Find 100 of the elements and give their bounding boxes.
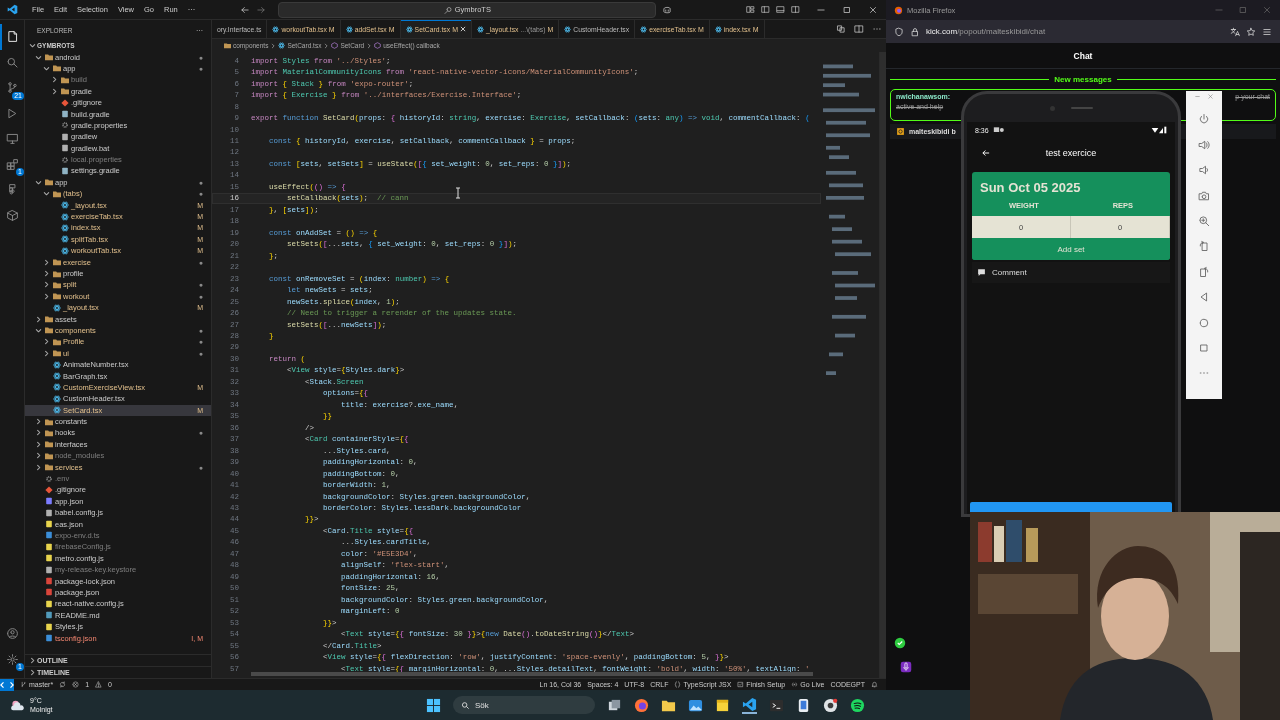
diamond-icon (61, 98, 69, 107)
overview-icon[interactable] (1198, 341, 1210, 354)
cube-icon (331, 42, 339, 49)
file-icon (61, 110, 69, 119)
chevron-icon[interactable] (43, 64, 50, 72)
search-icon (461, 700, 470, 710)
search-field[interactable]: Sök (453, 696, 595, 714)
chevron-icon[interactable] (43, 338, 50, 346)
atom-icon (272, 25, 280, 33)
gear-icon (45, 474, 53, 483)
panel-toggle-icon[interactable] (776, 5, 785, 14)
volume-up-icon[interactable] (1198, 138, 1210, 151)
camera-icon[interactable] (1198, 189, 1210, 202)
layout-icon[interactable] (746, 5, 755, 14)
phone-app-icon[interactable] (796, 697, 811, 713)
start-icon[interactable] (426, 697, 441, 713)
note-icon[interactable] (715, 697, 730, 713)
search-icon (443, 5, 452, 14)
menu-icon[interactable] (1262, 26, 1272, 37)
home-icon[interactable] (1198, 316, 1210, 329)
sync-icon[interactable] (59, 681, 67, 688)
chevron-icon[interactable] (43, 190, 50, 198)
chevron-icon[interactable] (43, 270, 50, 277)
comment-icon (977, 268, 986, 277)
remote-icon[interactable] (0, 678, 14, 691)
music-app-icon[interactable] (850, 697, 865, 713)
gear-icon (61, 155, 69, 164)
browser-logo-icon (894, 5, 903, 15)
maximize-icon[interactable] (842, 4, 852, 15)
microphone-icon[interactable] (900, 661, 912, 673)
volume-down-icon[interactable] (1198, 164, 1210, 177)
bell-icon[interactable] (871, 681, 878, 688)
photos-icon[interactable] (688, 697, 703, 713)
translate-icon[interactable] (1230, 26, 1240, 37)
chevron-icon (270, 42, 277, 49)
chevron-icon[interactable] (35, 463, 42, 471)
forward-arrow-icon[interactable] (256, 4, 267, 15)
chevron-icon[interactable] (35, 452, 42, 460)
task-view-icon[interactable] (607, 697, 622, 713)
branch-icon (20, 681, 27, 688)
power-icon[interactable] (1198, 113, 1210, 126)
close-icon[interactable] (868, 4, 878, 15)
file-icon (61, 167, 69, 175)
chevron-icon[interactable] (35, 53, 42, 61)
horizontal-scrollbar[interactable] (251, 672, 813, 676)
atom-icon (564, 25, 572, 33)
sidebar-toggle-icon[interactable] (761, 5, 770, 14)
compare-icon[interactable] (836, 24, 846, 34)
rotate-right-icon[interactable] (1198, 265, 1210, 278)
chevron-icon (366, 42, 373, 49)
comment-button[interactable]: Comment (972, 262, 1170, 283)
cube-icon[interactable] (5, 208, 19, 222)
chevron-icon[interactable] (29, 42, 36, 50)
card-title: Sun Oct 05 2025 (979, 179, 1082, 197)
atom-icon (278, 42, 286, 49)
settings-icon[interactable] (5, 652, 19, 666)
extensions-icon[interactable] (5, 157, 19, 171)
back-arrow-icon[interactable] (981, 148, 991, 158)
chevron-icon[interactable] (35, 429, 42, 437)
source-control-icon[interactable] (5, 81, 19, 95)
chevron-icon[interactable] (43, 258, 50, 266)
account-icon[interactable] (5, 627, 19, 641)
shield-icon[interactable] (894, 26, 904, 37)
terminal-icon[interactable] (769, 697, 784, 713)
rotate-left-icon[interactable] (1198, 240, 1210, 253)
atom-icon (53, 303, 61, 312)
code-editor-icon[interactable] (742, 696, 757, 714)
vertical-scrollbar[interactable] (879, 52, 886, 678)
chevron-icon[interactable] (35, 326, 42, 334)
lock-icon[interactable] (910, 26, 920, 37)
chevron-icon[interactable] (35, 178, 42, 186)
chevron-icon[interactable] (35, 440, 42, 448)
braces-icon (674, 681, 682, 688)
split-toggle-icon[interactable] (791, 5, 800, 14)
copilot-icon[interactable] (662, 4, 673, 15)
chevron-icon[interactable] (43, 349, 50, 357)
cube-icon (374, 42, 382, 49)
back-icon[interactable] (1198, 291, 1210, 304)
circle-icon[interactable] (894, 637, 906, 649)
chevron-icon[interactable] (51, 76, 58, 84)
browser-icon[interactable] (634, 697, 649, 713)
chevron-icon[interactable] (43, 281, 50, 289)
atom-icon (714, 25, 722, 33)
checkbox-icon (737, 681, 745, 688)
search-icon[interactable] (5, 55, 19, 69)
split-editor-icon[interactable] (854, 24, 864, 34)
chevron-icon[interactable] (43, 292, 50, 300)
folder-icon (224, 42, 231, 49)
back-arrow-icon[interactable] (240, 4, 251, 15)
chevron-icon[interactable] (35, 315, 42, 323)
zoom-in-icon[interactable] (1198, 214, 1210, 227)
chevron-icon (323, 42, 330, 49)
star-icon[interactable] (1246, 26, 1256, 37)
browser-icon[interactable] (823, 697, 838, 713)
monitor-icon[interactable] (5, 132, 19, 146)
chevron-icon[interactable] (35, 418, 42, 426)
weather-icon[interactable] (10, 698, 26, 712)
broadcast-icon (791, 681, 799, 688)
chevron-icon[interactable] (51, 87, 58, 95)
chat-title: Chat (886, 43, 1280, 69)
